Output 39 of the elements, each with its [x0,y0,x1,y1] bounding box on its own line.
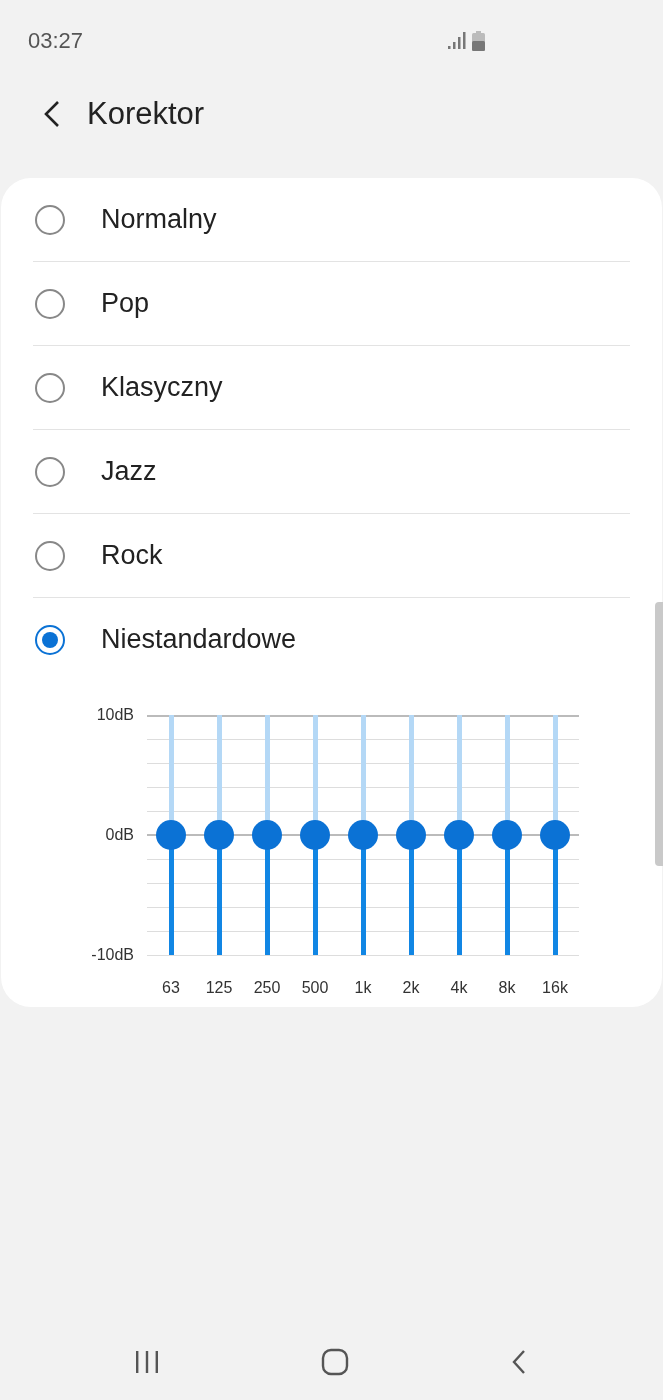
radio-button[interactable] [35,204,65,235]
preset-option[interactable]: Rock [33,514,630,598]
frequency-label: 4k [449,979,469,997]
slider-thumb[interactable] [300,820,330,850]
radio-button[interactable] [35,624,65,655]
frequency-label: 125 [204,979,234,997]
slider-thumb[interactable] [396,820,426,850]
slider-thumb[interactable] [444,820,474,850]
frequency-label: 500 [300,979,330,997]
slider-thumb[interactable] [348,820,378,850]
home-button[interactable] [320,1348,349,1376]
frequency-label: 1k [353,979,373,997]
preset-option[interactable]: Klasyczny [33,346,630,430]
axis-label: -10dB [91,947,134,963]
slider-thumb[interactable] [252,820,282,850]
battery-icon [472,31,485,51]
recent-apps-button[interactable] [134,1349,160,1375]
preset-option[interactable]: Pop [33,262,630,346]
radio-button[interactable] [35,372,65,403]
frequency-label: 16k [541,979,569,997]
screen-title: Korektor [87,96,205,132]
preset-option[interactable]: Normalny [1,178,662,261]
status-time: 03:27 [28,28,84,54]
slider-thumb[interactable] [492,820,522,850]
radio-button[interactable] [35,288,65,319]
radio-button[interactable] [35,456,65,487]
signal-icon [448,32,466,50]
radio-button[interactable] [35,540,65,571]
preset-option[interactable]: Jazz [33,430,630,514]
frequency-label: 250 [252,979,282,997]
axis-label: 0dB [105,827,134,843]
preset-option[interactable]: Niestandardowe [33,598,630,681]
frequency-label: 8k [497,979,517,997]
frequency-label: 2k [401,979,421,997]
slider-thumb[interactable] [540,820,570,850]
slider-thumb[interactable] [156,820,186,850]
slider-thumb[interactable] [204,820,234,850]
frequency-label: 63 [161,979,181,997]
axis-label: 10dB [96,707,134,723]
